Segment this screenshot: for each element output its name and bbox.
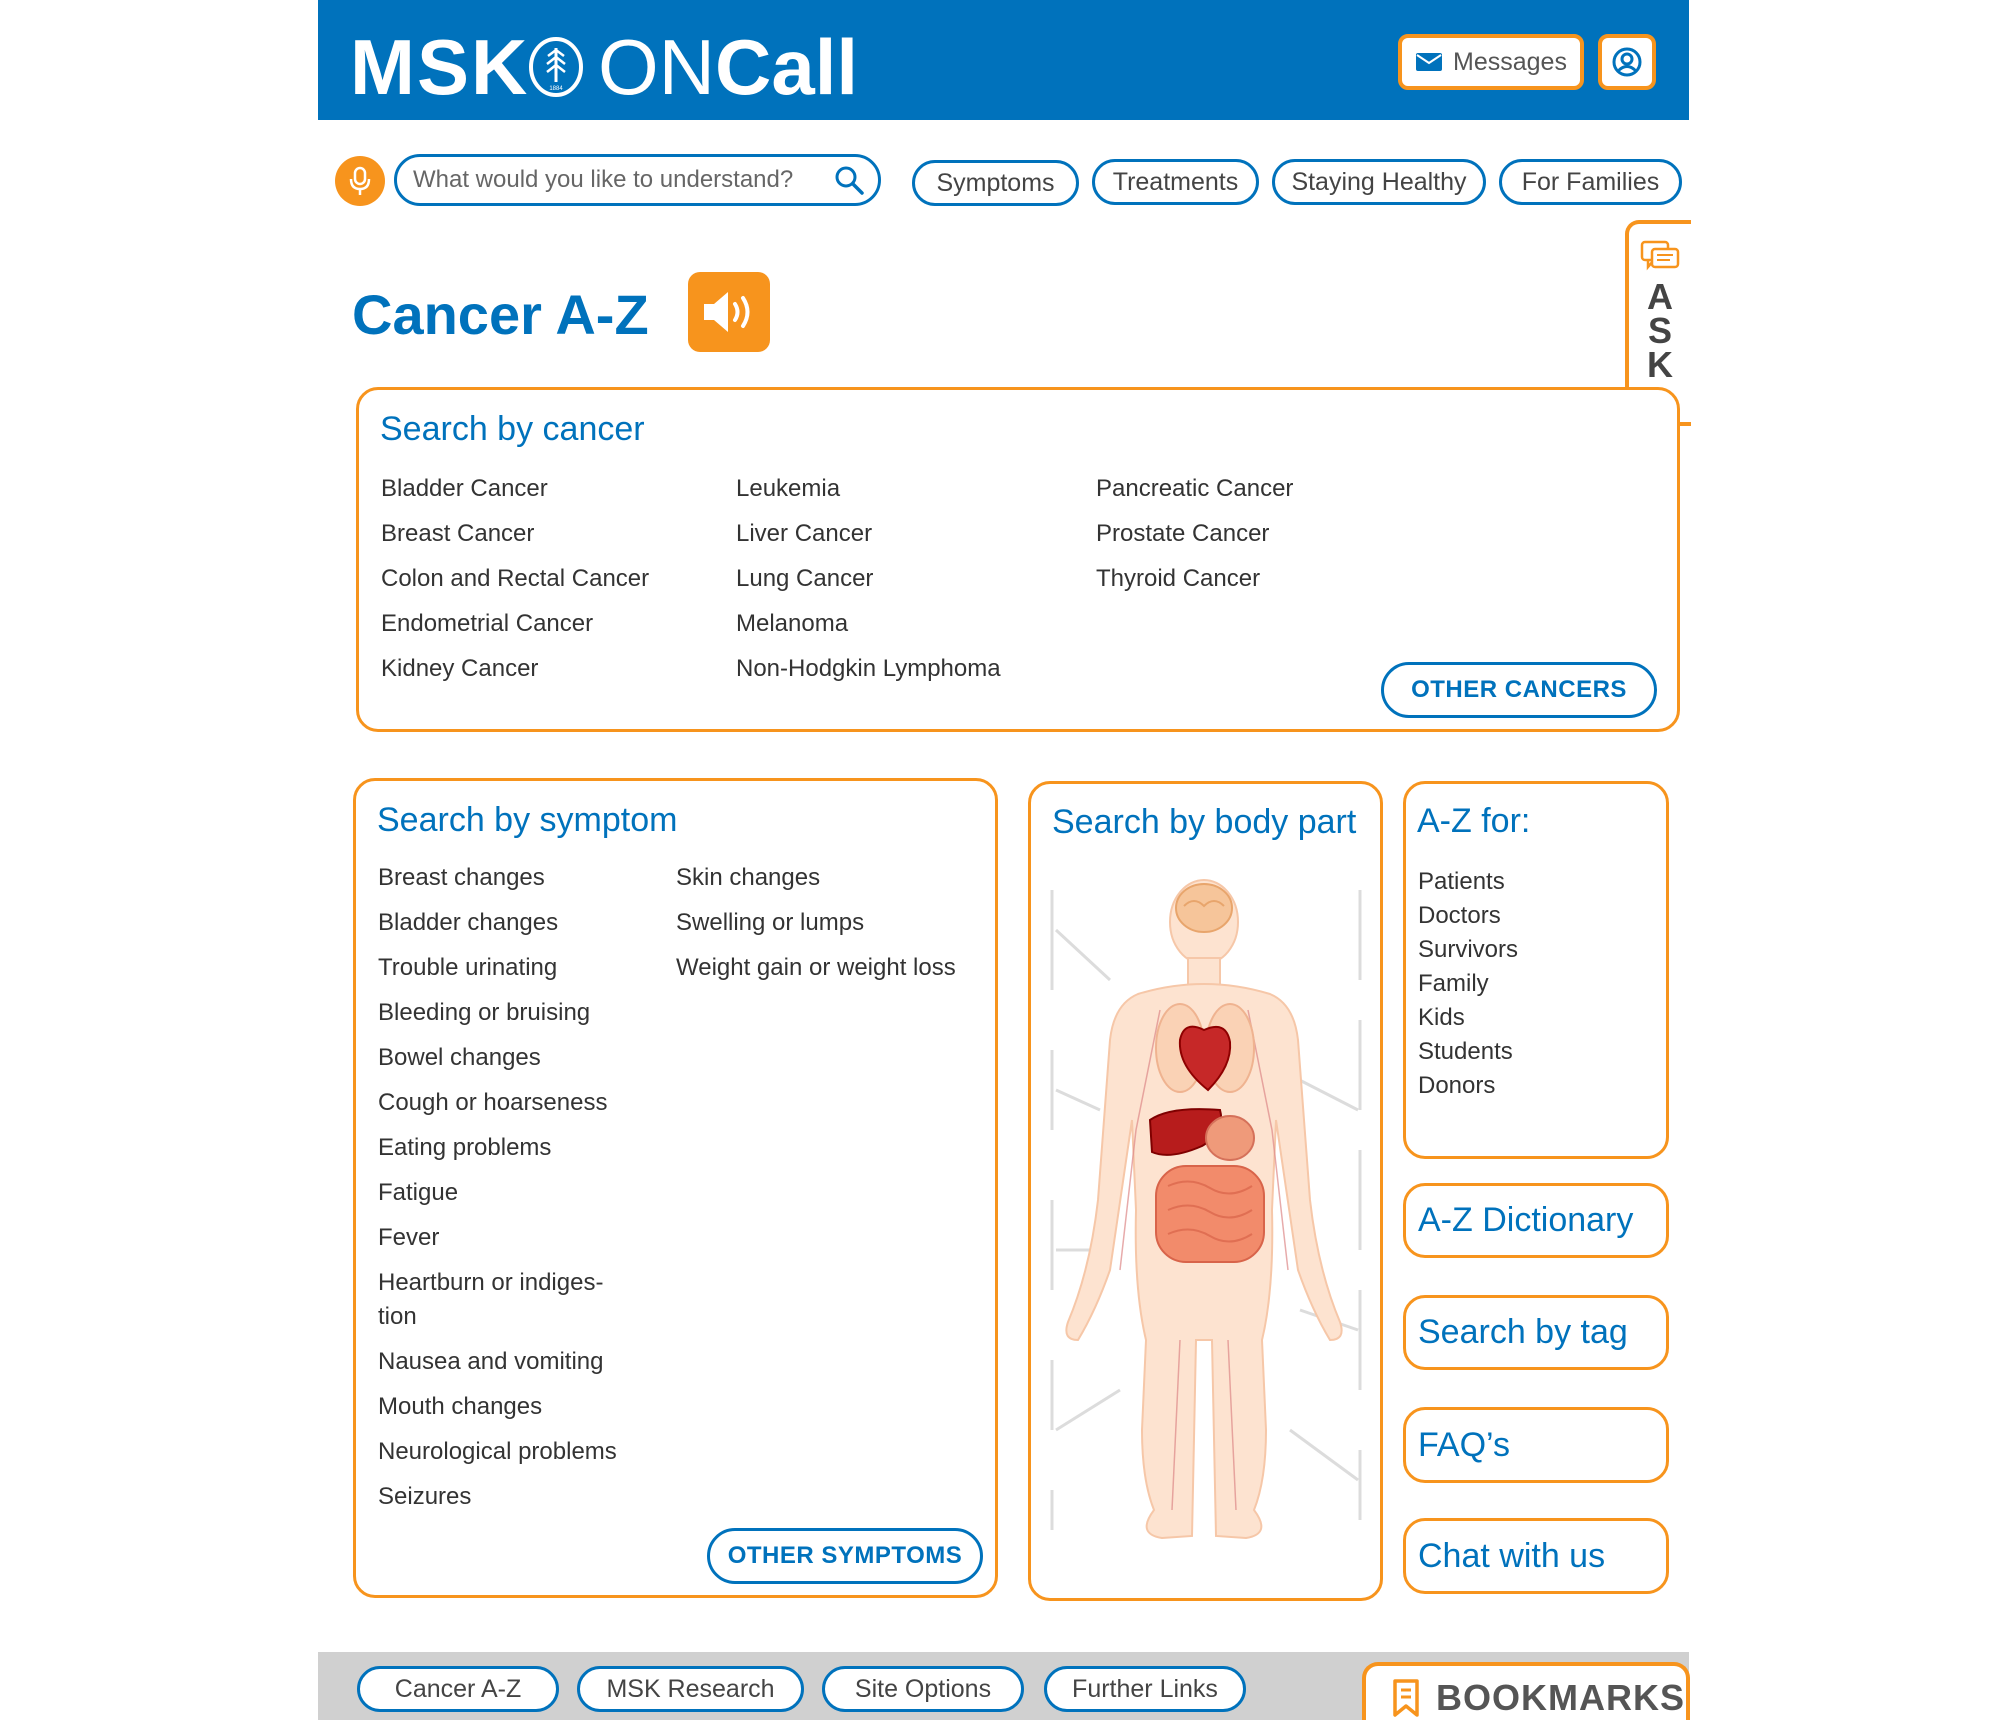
audience-list: Patients Doctors Survivors Family Kids S… <box>1418 865 1518 1103</box>
nav-tab-symptoms[interactable]: Symptoms <box>912 160 1079 206</box>
envelope-icon <box>1416 53 1443 71</box>
symptom-link[interactable]: Nausea and vomiting <box>378 1345 648 1379</box>
symptom-link[interactable]: Fatigue <box>378 1176 648 1210</box>
symptom-link[interactable]: Eating problems <box>378 1131 648 1165</box>
symptom-link[interactable]: Skin changes <box>676 861 956 895</box>
cancer-link[interactable]: Kidney Cancer <box>381 646 649 691</box>
symptom-link[interactable]: Fever <box>378 1221 648 1255</box>
read-aloud-button[interactable] <box>688 272 770 352</box>
bookmark-icon <box>1393 1679 1419 1717</box>
symptom-link[interactable]: Heartburn or indiges- tion <box>378 1266 648 1334</box>
cancer-list-col-2: Leukemia Liver Cancer Lung Cancer Melano… <box>736 466 1001 691</box>
symptom-link[interactable]: Swelling or lumps <box>676 906 956 940</box>
audience-link-donors[interactable]: Donors <box>1418 1069 1518 1103</box>
nav-tab-treatments[interactable]: Treatments <box>1092 159 1259 205</box>
profile-button[interactable] <box>1598 34 1656 90</box>
cancer-link[interactable]: Endometrial Cancer <box>381 601 649 646</box>
audience-link-survivors[interactable]: Survivors <box>1418 933 1518 967</box>
logo-year: 1884 <box>549 86 563 92</box>
symptom-link[interactable]: Neurological problems <box>378 1435 648 1469</box>
bookmarks-tab[interactable]: BOOKMARKS <box>1362 1662 1690 1720</box>
audience-link-doctors[interactable]: Doctors <box>1418 899 1518 933</box>
audience-panel-heading: A-Z for: <box>1417 802 1531 840</box>
nav-tab-for-families[interactable]: For Families <box>1499 159 1682 205</box>
footer-link-msk-research[interactable]: MSK Research <box>577 1666 804 1712</box>
page-title: Cancer A-Z <box>352 283 649 346</box>
symptom-list-col-2: Skin changes Swelling or lumps Weight ga… <box>676 861 956 996</box>
cancer-link[interactable]: Leukemia <box>736 466 1001 511</box>
symptom-link[interactable]: Bleeding or bruising <box>378 996 648 1030</box>
symptom-link[interactable]: Breast changes <box>378 861 648 895</box>
chat-bubbles-icon <box>1640 240 1680 271</box>
ask-label: ASK <box>1647 276 1673 385</box>
search-by-tag-link[interactable]: Search by tag <box>1403 1295 1669 1370</box>
audience-link-family[interactable]: Family <box>1418 967 1518 1001</box>
symptom-link[interactable]: Bowel changes <box>378 1041 648 1075</box>
microphone-icon <box>349 166 371 195</box>
cancer-link[interactable]: Non-Hodgkin Lymphoma <box>736 646 1001 691</box>
audience-link-kids[interactable]: Kids <box>1418 1001 1518 1035</box>
nav-tab-staying-healthy[interactable]: Staying Healthy <box>1272 159 1486 205</box>
cancer-link[interactable]: Lung Cancer <box>736 556 1001 601</box>
body-part-panel-heading: Search by body part <box>1052 803 1357 841</box>
audience-link-patients[interactable]: Patients <box>1418 865 1518 899</box>
cancer-link[interactable]: Liver Cancer <box>736 511 1001 556</box>
msk-logo-icon: 1884 <box>529 37 583 97</box>
footer-link-site-options[interactable]: Site Options <box>822 1666 1024 1712</box>
other-cancers-button[interactable]: OTHER CANCERS <box>1381 662 1657 718</box>
az-dictionary-link[interactable]: A-Z Dictionary <box>1403 1183 1669 1258</box>
cancer-link[interactable]: Colon and Rectal Cancer <box>381 556 649 601</box>
symptom-link[interactable]: Cough or hoarseness <box>378 1086 648 1120</box>
symptom-link[interactable]: Bladder changes <box>378 906 648 940</box>
search-box <box>394 154 881 206</box>
cancer-panel-heading: Search by cancer <box>380 410 645 448</box>
footer-link-further-links[interactable]: Further Links <box>1044 1666 1246 1712</box>
audience-link-students[interactable]: Students <box>1418 1035 1518 1069</box>
brand-oncall-text: ONCall <box>598 22 858 112</box>
cancer-list-col-3: Pancreatic Cancer Prostate Cancer Thyroi… <box>1096 466 1293 601</box>
cancer-list-col-1: Bladder Cancer Breast Cancer Colon and R… <box>381 466 649 691</box>
user-circle-icon <box>1612 47 1642 77</box>
brand-msk-text: MSK <box>350 23 530 111</box>
human-body-diagram[interactable] <box>1040 870 1372 1550</box>
other-symptoms-button[interactable]: OTHER SYMPTOMS <box>707 1528 983 1584</box>
messages-button[interactable]: Messages <box>1398 34 1584 90</box>
symptom-panel-heading: Search by symptom <box>377 801 678 839</box>
footer-link-cancer-az[interactable]: Cancer A-Z <box>357 1666 559 1712</box>
messages-label: Messages <box>1453 47 1567 76</box>
voice-search-button[interactable] <box>335 156 385 206</box>
brand-on-part: ON <box>598 23 715 111</box>
symptom-link[interactable]: Seizures <box>378 1480 648 1514</box>
cancer-link[interactable]: Pancreatic Cancer <box>1096 466 1293 511</box>
faq-link[interactable]: FAQ’s <box>1403 1407 1669 1483</box>
search-input[interactable] <box>413 166 834 194</box>
symptom-link[interactable]: Weight gain or weight loss <box>676 951 956 985</box>
symptom-link[interactable]: Trouble urinating <box>378 951 648 985</box>
symptom-list-col-1: Breast changes Bladder changes Trouble u… <box>378 861 648 1525</box>
cancer-link[interactable]: Thyroid Cancer <box>1096 556 1293 601</box>
speaker-icon <box>704 292 750 332</box>
brand-call-part: Call <box>715 23 859 111</box>
symptom-link[interactable]: Mouth changes <box>378 1390 648 1424</box>
bookmarks-label: BOOKMARKS <box>1436 1677 1685 1718</box>
cancer-link[interactable]: Melanoma <box>736 601 1001 646</box>
cancer-link[interactable]: Prostate Cancer <box>1096 511 1293 556</box>
chat-with-us-link[interactable]: Chat with us <box>1403 1518 1669 1594</box>
cancer-link[interactable]: Breast Cancer <box>381 511 649 556</box>
cancer-link[interactable]: Bladder Cancer <box>381 466 649 511</box>
search-icon[interactable] <box>834 165 864 195</box>
